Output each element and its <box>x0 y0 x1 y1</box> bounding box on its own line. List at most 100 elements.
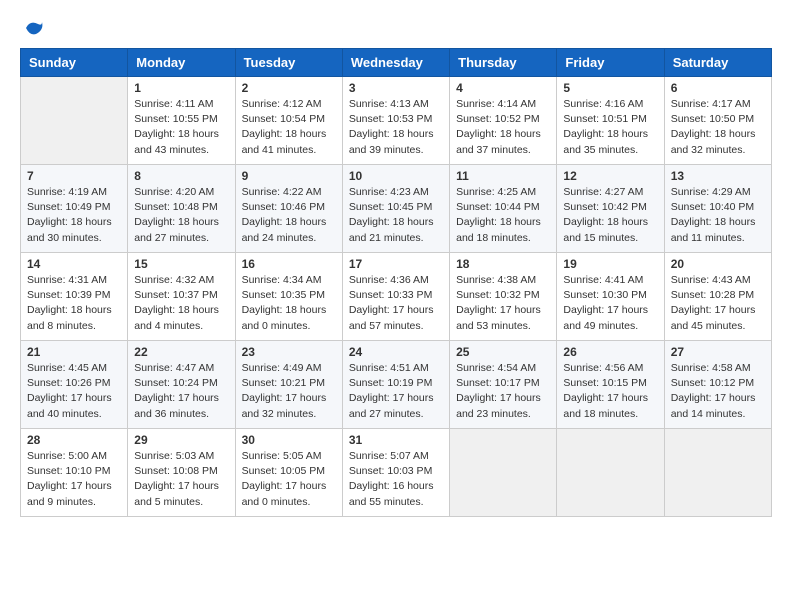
calendar-cell: 22 Sunrise: 4:47 AMSunset: 10:24 PMDaylig… <box>128 341 235 429</box>
cell-content: Sunrise: 4:25 AMSunset: 10:44 PMDaylight… <box>456 185 550 246</box>
day-number: 29 <box>134 433 228 447</box>
cell-content: Sunrise: 4:47 AMSunset: 10:24 PMDaylight… <box>134 361 228 422</box>
daylight-text: Daylight: 17 hours and 40 minutes. <box>27 392 112 419</box>
day-number: 17 <box>349 257 443 271</box>
cell-content: Sunrise: 4:56 AM Sunset: 10:15 PM Daylight… <box>563 361 657 422</box>
sunset-text: Sunset: 10:10 PM <box>27 465 110 477</box>
calendar-cell <box>557 429 664 517</box>
sunrise-text: Sunrise: 4:43 AM <box>671 274 751 286</box>
daylight-text: Daylight: 18 hours and 43 minutes. <box>134 128 219 155</box>
cell-content: Sunrise: 4:43 AMSunset: 10:28 PMDaylight… <box>671 273 765 334</box>
cell-content: Sunrise: 4:41 AMSunset: 10:30 PMDaylight… <box>563 273 657 334</box>
sunrise-text: Sunrise: 4:22 AM <box>242 186 322 198</box>
sunset-text: Sunset: 10:08 PM <box>134 465 217 477</box>
calendar-cell: 5Sunrise: 4:16 AMSunset: 10:51 PMDayligh… <box>557 77 664 165</box>
daylight-text: Daylight: 17 hours and 27 minutes. <box>349 392 434 419</box>
sunset-text: Sunset: 10:17 PM <box>456 377 539 389</box>
daylight-text: Daylight: 18 hours and 41 minutes. <box>242 128 327 155</box>
sunrise-text: Sunrise: 4:38 AM <box>456 274 536 286</box>
weekday-header-thursday: Thursday <box>450 49 557 77</box>
sunrise-text: Sunrise: 5:05 AM <box>242 450 322 462</box>
sunrise-text: Sunrise: 4:16 AM <box>563 98 643 110</box>
daylight-text: Daylight: 16 hours and 55 minutes. <box>349 480 434 507</box>
day-number: 20 <box>671 257 765 271</box>
day-number: 8 <box>134 169 228 183</box>
day-number: 1 <box>134 81 228 95</box>
sunrise-text: Sunrise: 5:03 AM <box>134 450 214 462</box>
day-number: 24 <box>349 345 443 359</box>
cell-content: Sunrise: 4:34 AMSunset: 10:35 PMDaylight… <box>242 273 336 334</box>
day-number: 25 <box>456 345 550 359</box>
sunrise-text: Sunrise: 4:41 AM <box>563 274 643 286</box>
sunset-text: Sunset: 10:15 PM <box>563 377 646 389</box>
cell-content: Sunrise: 4:45 AMSunset: 10:26 PMDaylight… <box>27 361 121 422</box>
sunset-text: Sunset: 10:45 PM <box>349 201 432 213</box>
calendar-cell: 24Sunrise: 4:51 AMSunset: 10:19 PMDaylig… <box>342 341 449 429</box>
sunset-text: Sunset: 10:03 PM <box>349 465 432 477</box>
daylight-text: Daylight: 18 hours and 24 minutes. <box>242 216 327 243</box>
day-number: 11 <box>456 169 550 183</box>
daylight-text: Daylight: 17 hours and 57 minutes. <box>349 304 434 331</box>
sunrise-text: Sunrise: 4:12 AM <box>242 98 322 110</box>
cell-content: Sunrise: 4:49 AMSunset: 10:21 PMDaylight… <box>242 361 336 422</box>
cell-content: Sunrise: 4:22 AMSunset: 10:46 PMDaylight… <box>242 185 336 246</box>
cell-content: Sunrise: 4:54 AMSunset: 10:17 PMDaylight… <box>456 361 550 422</box>
daylight-text: Daylight: 18 hours and 15 minutes. <box>563 216 648 243</box>
calendar-cell: 8Sunrise: 4:20 AMSunset: 10:48 PMDayligh… <box>128 165 235 253</box>
daylight-text: Daylight: 17 hours and 49 minutes. <box>563 304 648 331</box>
cell-content: Sunrise: 4:17 AMSunset: 10:50 PMDaylight… <box>671 97 765 158</box>
calendar-cell: 6 Sunrise: 4:17 AMSunset: 10:50 PMDayligh… <box>664 77 771 165</box>
sunset-text: Sunset: 10:42 PM <box>563 201 646 213</box>
calendar-cell: 2Sunrise: 4:12 AMSunset: 10:54 PMDayligh… <box>235 77 342 165</box>
sunrise-text: Sunrise: 4:51 AM <box>349 362 429 374</box>
sunrise-text: Sunrise: 4:23 AM <box>349 186 429 198</box>
cell-content: Sunrise: 5:05 AMSunset: 10:05 PMDaylight… <box>242 449 336 510</box>
day-number: 6 <box>671 81 765 95</box>
cell-content: Sunrise: 5:00 AMSunset: 10:10 PMDaylight… <box>27 449 121 510</box>
day-number: 19 <box>563 257 657 271</box>
daylight-text: Daylight: 18 hours and 8 minutes. <box>27 304 112 331</box>
cell-content: Sunrise: 4:16 AM Sunset: 10:51 PM Daylight… <box>563 97 657 158</box>
daylight-text: Daylight: 18 hours and 39 minutes. <box>349 128 434 155</box>
daylight-text: Daylight: 18 hours and 4 minutes. <box>134 304 219 331</box>
sunset-text: Sunset: 10:53 PM <box>349 113 432 125</box>
calendar-table: SundayMondayTuesdayWednesdayThursdayFrid… <box>20 48 772 517</box>
sunset-text: Sunset: 10:51 PM <box>563 113 646 125</box>
sunrise-text: Sunrise: 4:25 AM <box>456 186 536 198</box>
sunrise-text: Sunrise: 4:56 AM <box>563 362 643 374</box>
day-number: 21 <box>27 345 121 359</box>
cell-content: Sunrise: 4:14 AMSunset: 10:52 PMDaylight… <box>456 97 550 158</box>
daylight-text: Daylight: 17 hours and 36 minutes. <box>134 392 219 419</box>
daylight-text: Daylight: 18 hours and 37 minutes. <box>456 128 541 155</box>
sunset-text: Sunset: 10:12 PM <box>671 377 754 389</box>
sunrise-text: Sunrise: 5:07 AM <box>349 450 429 462</box>
cell-content: Sunrise: 4:12 AMSunset: 10:54 PMDaylight… <box>242 97 336 158</box>
cell-content: Sunrise: 5:07 AM Sunset: 10:03 PM Daylight… <box>349 449 443 510</box>
sunrise-text: Sunrise: 5:00 AM <box>27 450 107 462</box>
calendar-cell <box>664 429 771 517</box>
day-number: 3 <box>349 81 443 95</box>
day-number: 27 <box>671 345 765 359</box>
sunrise-text: Sunrise: 4:54 AM <box>456 362 536 374</box>
sunrise-text: Sunrise: 4:20 AM <box>134 186 214 198</box>
daylight-text: Daylight: 18 hours and 0 minutes. <box>242 304 327 331</box>
cell-content: Sunrise: 4:31 AMSunset: 10:39 PMDaylight… <box>27 273 121 334</box>
day-number: 10 <box>349 169 443 183</box>
sunrise-text: Sunrise: 4:11 AM <box>134 98 213 110</box>
calendar-cell: 26 Sunrise: 4:56 AM Sunset: 10:15 PM Daylig… <box>557 341 664 429</box>
sunset-text: Sunset: 10:44 PM <box>456 201 539 213</box>
sunrise-text: Sunrise: 4:19 AM <box>27 186 107 198</box>
day-number: 26 <box>563 345 657 359</box>
calendar-cell <box>21 77 128 165</box>
day-number: 13 <box>671 169 765 183</box>
daylight-text: Daylight: 18 hours and 35 minutes. <box>563 128 648 155</box>
sunrise-text: Sunrise: 4:36 AM <box>349 274 429 286</box>
day-number: 30 <box>242 433 336 447</box>
daylight-text: Daylight: 18 hours and 11 minutes. <box>671 216 756 243</box>
logo <box>20 16 46 40</box>
cell-content: Sunrise: 4:13 AM Sunset: 10:53 PM Daylight… <box>349 97 443 158</box>
sunrise-text: Sunrise: 4:13 AM <box>349 98 429 110</box>
day-number: 22 <box>134 345 228 359</box>
daylight-text: Daylight: 17 hours and 18 minutes. <box>563 392 648 419</box>
day-number: 9 <box>242 169 336 183</box>
